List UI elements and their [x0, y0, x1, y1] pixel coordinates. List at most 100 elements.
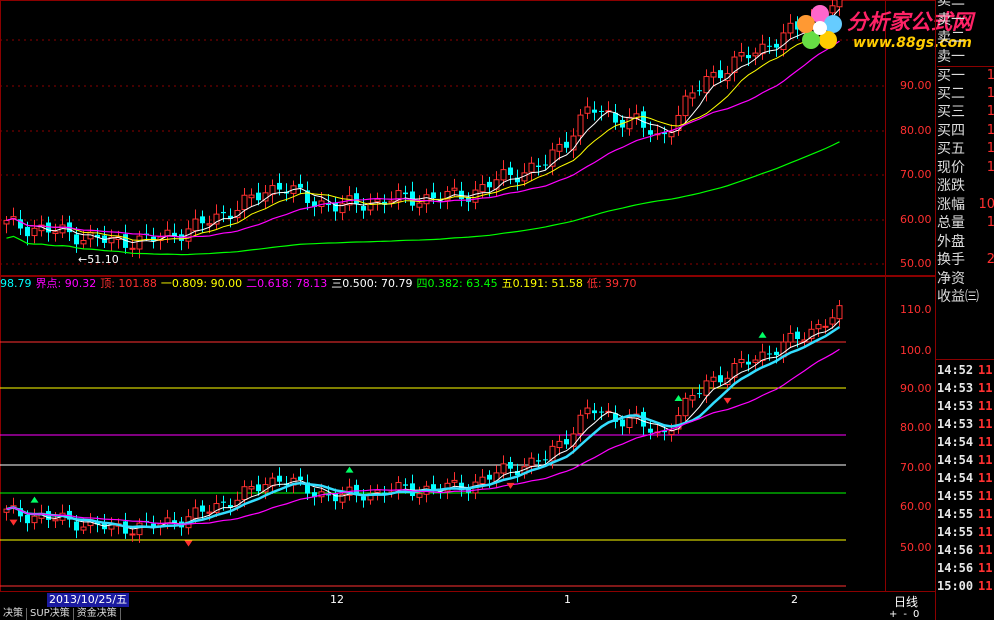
- candle-body: [626, 116, 633, 130]
- bottom-axis-label: 60.00: [900, 500, 932, 513]
- candle-body: [697, 393, 702, 395]
- candle-body: [536, 165, 541, 167]
- fib-level-label: 四0.382: 63.45: [416, 277, 498, 290]
- candle-body: [528, 162, 535, 173]
- tick-time: 14:55: [937, 507, 974, 521]
- candle-body: [31, 227, 38, 237]
- candle-body: [479, 184, 486, 193]
- candle-body: [556, 143, 563, 152]
- candle-body: [648, 130, 653, 135]
- candle-body: [780, 32, 787, 51]
- candle-body: [200, 216, 205, 224]
- tick-value: 11: [978, 471, 993, 485]
- low-price-marker: ←51.10: [78, 253, 119, 266]
- top-axis-label: 70.00: [900, 168, 932, 181]
- tick-value: 11: [978, 579, 993, 593]
- candle-body: [620, 419, 625, 427]
- candle-body: [200, 505, 205, 512]
- fib-level-label: 98.79: [0, 277, 32, 290]
- candle-body: [164, 229, 171, 237]
- zoom-in-button[interactable]: +: [886, 609, 900, 620]
- candle-body: [248, 194, 255, 199]
- quote-row: 买一 1: [937, 66, 994, 85]
- candle-body: [718, 375, 723, 383]
- bottom-axis-label: 50.00: [900, 541, 932, 554]
- candle-body: [416, 493, 423, 498]
- candle-body: [52, 518, 59, 522]
- fib-level-label: 一0.809: 90.00: [160, 277, 243, 290]
- quote-row: 现价 1: [937, 159, 994, 177]
- candle-body: [80, 526, 87, 531]
- candle-body: [416, 202, 423, 208]
- candle-body: [682, 397, 689, 417]
- candlestick-chart[interactable]: [0, 0, 886, 592]
- quote-label: 买四: [937, 122, 965, 139]
- candle-body: [543, 459, 548, 461]
- candle-body: [52, 231, 59, 234]
- tick-time: 14:55: [937, 525, 974, 539]
- tick-time: 14:53: [937, 399, 974, 413]
- candle-body: [746, 361, 751, 365]
- quote-value: 2: [986, 252, 994, 267]
- candle-body: [641, 111, 646, 128]
- candle-body: [80, 240, 87, 245]
- ma5-line: [6, 8, 840, 244]
- tab-sup-decision[interactable]: SUP决策: [27, 608, 74, 620]
- quote-panel: 卖二卖一卖二卖一买一1买二1买三1买四1买五1现价1涨跌涨幅10总量1外盘换手2…: [935, 0, 994, 620]
- candle-body: [767, 353, 772, 355]
- candle-body: [564, 141, 569, 148]
- quote-label: 买五: [937, 141, 965, 157]
- quote-row: 买四 1: [937, 122, 994, 140]
- candle-body: [738, 51, 745, 57]
- tick-row: 14:52 11: [937, 361, 994, 379]
- candle-body: [710, 376, 717, 382]
- tick-value: 11: [978, 399, 993, 413]
- candle-body: [592, 109, 597, 113]
- candle-body: [795, 331, 800, 340]
- candle-body: [752, 359, 759, 363]
- tick-time: 14:55: [937, 489, 974, 503]
- quote-label: 外盘: [937, 233, 965, 250]
- tick-time: 14:54: [937, 453, 974, 467]
- candle-body: [815, 324, 822, 330]
- candle-body: [206, 223, 213, 226]
- quote-label: 净资: [937, 270, 965, 287]
- quote-row: 卖一: [937, 48, 994, 66]
- sell-arrow-icon: [9, 519, 18, 526]
- candle-body: [836, 305, 843, 320]
- candle-body: [374, 198, 381, 203]
- candle-body: [129, 533, 136, 536]
- tick-time: 14:56: [937, 561, 974, 575]
- tick-row: 14:54 11: [937, 433, 994, 451]
- candle-body: [599, 411, 604, 413]
- quote-label: 卖二: [937, 0, 965, 9]
- candle-body: [556, 440, 563, 449]
- zoom-out-button[interactable]: -: [900, 609, 910, 620]
- candle-body: [192, 218, 199, 232]
- candle-body: [423, 194, 430, 205]
- candle-body: [277, 475, 282, 482]
- tab-decision[interactable]: 决策: [0, 608, 27, 620]
- candle-body: [822, 325, 829, 328]
- quote-label: 卖二: [937, 30, 965, 46]
- candle-body: [25, 226, 30, 237]
- quote-value: 1: [986, 215, 994, 230]
- tab-fund-decision[interactable]: 资金决策: [74, 608, 121, 620]
- quote-divider: [936, 359, 994, 360]
- quote-label: 现价: [937, 159, 965, 176]
- zoom-reset-button[interactable]: 0: [910, 609, 922, 620]
- tick-value: 11: [978, 525, 993, 539]
- candle-body: [361, 496, 366, 501]
- candle-body: [256, 192, 261, 201]
- tick-row: 14:53 11: [937, 415, 994, 433]
- tick-value: 11: [978, 561, 993, 575]
- tick-row: 15:00 11: [937, 577, 994, 595]
- quote-row: 收益㈢: [937, 288, 994, 306]
- quote-value: 1: [986, 159, 994, 175]
- top-axis-label: 50.00: [900, 257, 932, 270]
- tick-value: 11: [978, 381, 993, 395]
- period-button[interactable]: 日线: [894, 593, 918, 610]
- candle-body: [738, 358, 745, 364]
- candle-body: [221, 501, 226, 503]
- candle-body: [787, 22, 794, 34]
